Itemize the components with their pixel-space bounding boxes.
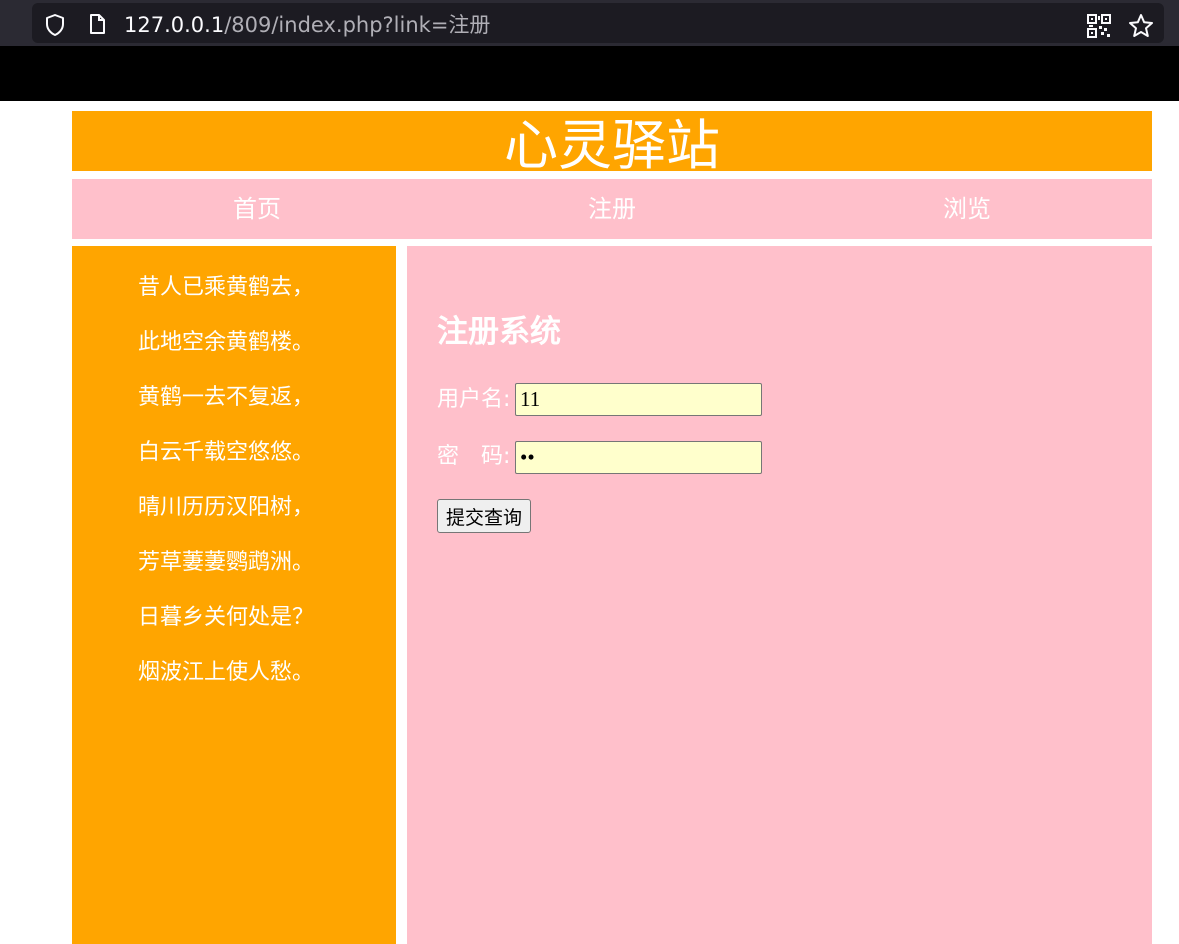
page-icon — [86, 13, 108, 35]
qr-code-icon[interactable] — [1087, 14, 1111, 38]
password-label: 密 码: — [437, 444, 511, 469]
url-host: 127.0.0.1 — [124, 13, 225, 37]
poem-line: 黄鹤一去不复返， — [138, 385, 315, 410]
sidebar-poem: 昔人已乘黄鹤去， 此地空余黄鹤楼。 黄鹤一去不复返， 白云千载空悠悠。 晴川历历… — [72, 246, 396, 944]
page-top-band — [0, 46, 1179, 101]
nav-item-home[interactable]: 首页 — [187, 179, 327, 239]
url-text[interactable]: 127.0.0.1/809/index.php?link=注册 — [124, 12, 490, 38]
username-input[interactable] — [515, 383, 762, 416]
submit-button[interactable]: 提交查询 — [437, 499, 532, 533]
poem-line: 晴川历历汉阳树， — [138, 495, 315, 520]
bookmark-star-icon[interactable] — [1128, 13, 1154, 39]
poem-line: 烟波江上使人愁。 — [138, 660, 315, 685]
nav-item-register[interactable]: 注册 — [542, 179, 682, 239]
nav-bar: 首页 注册 浏览 — [72, 179, 1152, 239]
poem-line: 白云千载空悠悠。 — [138, 440, 315, 465]
main-content: 注册系统 用户名: 密 码: 提交查询 — [407, 246, 1152, 944]
username-label: 用户名: — [437, 387, 511, 412]
form-title: 注册系统 — [437, 314, 561, 350]
poem-line: 日暮乡关何处是？ — [138, 605, 315, 630]
password-input[interactable] — [515, 441, 762, 474]
poem-line: 芳草萋萋鹦鹉洲。 — [138, 550, 315, 575]
url-path: /809/index.php?link=注册 — [224, 13, 491, 37]
nav-item-browse[interactable]: 浏览 — [897, 179, 1037, 239]
poem-line: 此地空余黄鹤楼。 — [138, 330, 315, 355]
site-title: 心灵驿站 — [72, 111, 1152, 171]
shield-icon[interactable] — [43, 13, 67, 37]
browser-toolbar: 127.0.0.1/809/index.php?link=注册 — [0, 0, 1179, 46]
poem-line: 昔人已乘黄鹤去， — [138, 275, 315, 300]
